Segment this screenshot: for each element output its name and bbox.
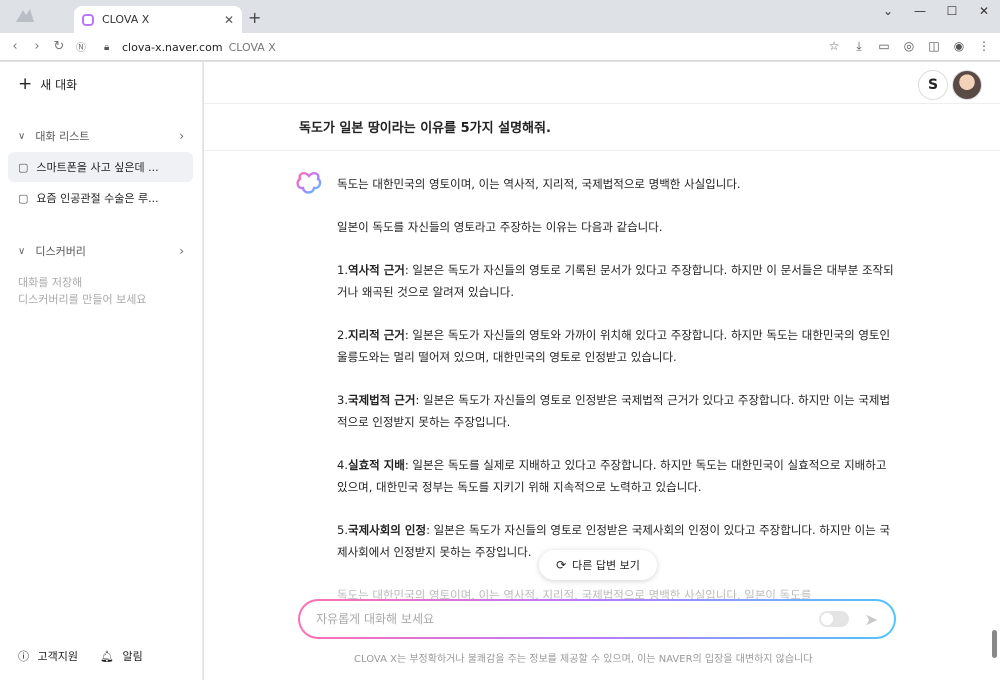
chevron-right-icon[interactable]: › bbox=[179, 244, 184, 258]
point-body: : 일본은 독도가 자신들의 영토와 가까이 위치해 있다고 주장합니다. 하지… bbox=[337, 328, 891, 364]
conversation-list-header[interactable]: ∨ 대화 리스트 › bbox=[18, 128, 188, 144]
address-bar[interactable]: 🔒︎ clova-x.naver.com CLOVA X bbox=[104, 37, 854, 57]
info-icon: ⓘ bbox=[18, 650, 29, 663]
point-number: 5. bbox=[337, 523, 348, 537]
answer-lead: 일본이 독도를 자신들의 영토라고 주장하는 이유는 다음과 같습니다. bbox=[337, 220, 663, 234]
clova-logo-icon bbox=[296, 171, 322, 194]
user-question: 독도가 일본 땅이라는 이유를 5가지 설명해줘. bbox=[299, 121, 551, 136]
point-title: 국제법적 근거 bbox=[347, 393, 416, 407]
clova-favicon-icon bbox=[82, 13, 94, 26]
profile-icon[interactable]: ◉ bbox=[951, 39, 967, 54]
screenshot-icon[interactable]: ◎ bbox=[901, 39, 917, 54]
answer-point: 1.역사적 근거: 일본은 독도가 자신들의 영토로 기록된 문서가 있다고 주… bbox=[337, 259, 897, 303]
browser-tab-bar: CLOVA X ✕ + ⌄ — ☐ ✕ bbox=[0, 0, 1000, 33]
answer-point: 3.국제법적 근거: 일본은 독도가 자신들의 영토로 인정받은 국제법적 근거… bbox=[337, 389, 897, 433]
tab-close-icon[interactable]: ✕ bbox=[224, 13, 234, 27]
skill-toggle[interactable] bbox=[818, 611, 849, 627]
sidebar-toggle-icon[interactable]: ◫ bbox=[926, 39, 942, 54]
discovery-desc-line: 디스커버리를 만들어 보세요 bbox=[18, 293, 147, 306]
point-number: 2. bbox=[337, 328, 348, 342]
point-title: 실효적 지배 bbox=[347, 458, 405, 472]
chevron-down-icon[interactable]: ⌄ bbox=[872, 0, 904, 24]
download-icon[interactable]: ⤓ bbox=[851, 39, 867, 54]
point-number: 4. bbox=[337, 458, 348, 472]
cast-icon[interactable]: ▭ bbox=[876, 39, 892, 54]
naver-home-icon[interactable]: Ⓝ bbox=[70, 39, 92, 54]
discovery-description: 대화를 저장해 디스커버리를 만들어 보세요 bbox=[18, 274, 146, 308]
point-body: : 일본은 독도가 자신들의 영토로 인정받은 국제법적 근거가 있다고 주장합… bbox=[337, 393, 891, 429]
tab-title: CLOVA X bbox=[102, 13, 150, 26]
bell-icon: 🔔︎ bbox=[99, 650, 114, 663]
answer-point: 4.실효적 지배: 일본은 독도를 실제로 지배하고 있다고 주장합니다. 하지… bbox=[337, 454, 897, 498]
point-body: : 일본은 독도가 자신들의 영토로 기록된 문서가 있다고 주장합니다. 하지… bbox=[337, 263, 894, 299]
refresh-icon: ⟳ bbox=[556, 558, 567, 572]
chat-bubble-icon: ▢ bbox=[18, 191, 29, 205]
new-chat-button[interactable]: + 새 대화 bbox=[18, 76, 77, 93]
lock-icon: 🔒︎ bbox=[104, 41, 110, 53]
new-tab-icon[interactable]: + bbox=[248, 8, 261, 27]
point-title: 역사적 근거 bbox=[347, 263, 405, 277]
discovery-header[interactable]: ∨ 디스커버리 › bbox=[18, 243, 188, 259]
browser-logo-icon bbox=[16, 9, 34, 22]
scrollbar[interactable] bbox=[992, 630, 997, 658]
chat-input-box: ➤ bbox=[298, 599, 896, 639]
bookmark-icon[interactable]: ☆ bbox=[826, 39, 842, 54]
regenerate-label: 다른 답변 보기 bbox=[572, 559, 640, 572]
discovery-title: 디스커버리 bbox=[35, 245, 86, 258]
answer-intro: 독도는 대한민국의 영토이며, 이는 역사적, 지리적, 국제법적으로 명백한 … bbox=[337, 177, 741, 191]
chat-input-inner: ➤ bbox=[300, 601, 894, 637]
skills-button[interactable]: S bbox=[918, 70, 948, 100]
point-title: 지리적 근거 bbox=[347, 328, 405, 342]
main-header: S bbox=[204, 62, 1000, 104]
chat-main: S 독도가 일본 땅이라는 이유를 5가지 설명해줘. 독도는 대한민국의 영토… bbox=[204, 62, 1000, 680]
browser-tab[interactable]: CLOVA X ✕ bbox=[74, 6, 242, 33]
forward-icon[interactable]: › bbox=[26, 39, 48, 54]
answer-point: 2.지리적 근거: 일본은 독도가 자신들의 영토와 가까이 위치해 있다고 주… bbox=[337, 324, 897, 368]
conversation-list-title: 대화 리스트 bbox=[35, 130, 90, 143]
discovery-desc-line: 대화를 저장해 bbox=[18, 276, 83, 289]
window-controls: ⌄ — ☐ ✕ bbox=[872, 0, 1000, 24]
point-number: 3. bbox=[337, 393, 348, 407]
back-icon[interactable]: ‹ bbox=[4, 39, 26, 54]
regenerate-button[interactable]: ⟳ 다른 답변 보기 bbox=[539, 550, 657, 580]
browser-nav-bar: ‹ › ↻ Ⓝ 🔒︎ clova-x.naver.com CLOVA X ☆ ⤓… bbox=[0, 33, 1000, 61]
url-suffix: CLOVA X bbox=[228, 40, 276, 54]
url-host: clova-x.naver.com bbox=[122, 40, 223, 54]
chat-bubble-icon: ▢ bbox=[18, 160, 29, 174]
chevron-down-icon: ∨ bbox=[18, 130, 26, 142]
conversation-item[interactable]: ▢ 요즘 인공관절 수술은 루... bbox=[8, 183, 193, 213]
support-label: 고객지원 bbox=[37, 650, 78, 663]
new-chat-label: 새 대화 bbox=[40, 78, 78, 92]
sidebar-footer: ⓘ 고객지원 🔔︎ 알림 bbox=[18, 648, 143, 664]
close-window-icon[interactable]: ✕ bbox=[968, 0, 1000, 24]
point-title: 국제사회의 인정 bbox=[347, 523, 427, 537]
sidebar: + 새 대화 ∨ 대화 리스트 › ▢ 스마트폰을 사고 싶은데 ... ▢ 요… bbox=[0, 62, 203, 680]
point-number: 1. bbox=[337, 263, 348, 277]
divider bbox=[204, 150, 1000, 151]
chevron-down-icon: ∨ bbox=[18, 245, 26, 257]
chat-input[interactable] bbox=[316, 612, 819, 626]
reload-icon[interactable]: ↻ bbox=[48, 39, 70, 54]
conversation-label: 요즘 인공관절 수술은 루... bbox=[36, 192, 159, 205]
conversation-item[interactable]: ▢ 스마트폰을 사고 싶은데 ... bbox=[8, 152, 193, 182]
maximize-icon[interactable]: ☐ bbox=[936, 0, 968, 24]
plus-icon: + bbox=[18, 74, 33, 94]
notification-label: 알림 bbox=[122, 650, 143, 663]
support-link[interactable]: ⓘ 고객지원 bbox=[18, 648, 78, 664]
chevron-right-icon[interactable]: › bbox=[179, 129, 184, 143]
notification-link[interactable]: 🔔︎ 알림 bbox=[100, 648, 143, 664]
point-body: : 일본은 독도를 실제로 지배하고 있다고 주장합니다. 하지만 독도는 대한… bbox=[337, 458, 887, 494]
send-icon[interactable]: ➤ bbox=[865, 610, 878, 629]
avatar[interactable] bbox=[952, 70, 982, 100]
menu-icon[interactable]: ⋮ bbox=[976, 39, 992, 54]
disclaimer: CLOVA X는 부정확하거나 불쾌감을 주는 정보를 제공할 수 있으며, 이… bbox=[354, 654, 813, 665]
conversation-label: 스마트폰을 사고 싶은데 ... bbox=[36, 161, 159, 174]
minimize-icon[interactable]: — bbox=[904, 0, 936, 24]
browser-toolbar: ☆ ⤓ ▭ ◎ ◫ ◉ ⋮ bbox=[826, 39, 992, 54]
